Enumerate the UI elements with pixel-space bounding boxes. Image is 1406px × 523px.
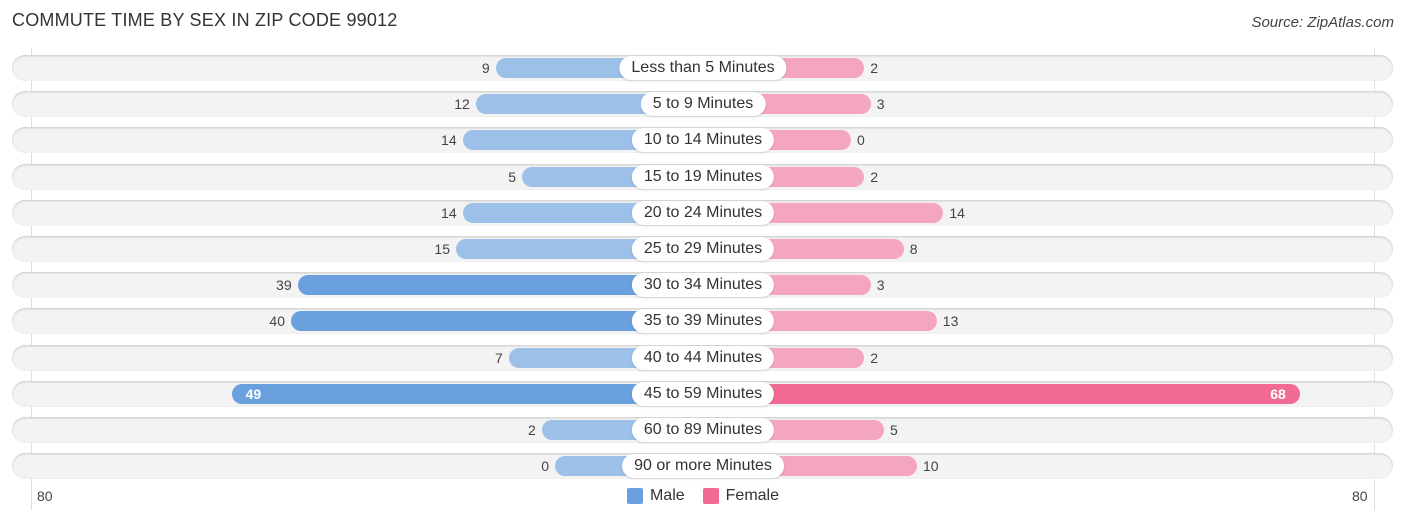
category-label: 30 to 34 Minutes [631,273,775,297]
category-label: 25 to 29 Minutes [631,237,775,261]
category-label: 40 to 44 Minutes [631,346,775,370]
value-label-female: 10 [923,458,939,474]
category-label: Less than 5 Minutes [619,56,787,80]
value-label-female: 13 [942,313,959,329]
value-label-female: 2 [870,60,878,76]
value-label-male: 12 [454,96,470,112]
chart-title: COMMUTE TIME BY SEX IN ZIP CODE 99012 [12,10,398,30]
value-label-female: 3 [876,277,885,293]
value-label-male: 5 [508,169,516,185]
value-label-female: 2 [870,169,878,185]
value-label-male: 15 [434,241,450,257]
category-label: 5 to 9 Minutes [640,92,766,116]
value-label-female: 8 [909,241,918,257]
source-credit: Source: ZipAtlas.com [1251,14,1394,31]
value-label-female: 2 [870,350,878,366]
value-label-male: 49 [245,386,262,402]
value-label-female: 14 [949,205,965,221]
legend-swatch-male [626,488,643,504]
category-label: 20 to 24 Minutes [631,201,775,225]
category-label: 60 to 89 Minutes [631,418,775,442]
category-label: 35 to 39 Minutes [631,309,775,333]
value-label-male: 40 [269,313,285,329]
value-label-male: 9 [481,60,490,76]
bar-female[interactable] [703,384,1300,404]
value-label-female: 0 [857,132,865,148]
legend-item-male[interactable]: Male [626,487,685,505]
category-label: 45 to 59 Minutes [631,382,775,406]
value-label-male: 14 [441,205,457,221]
value-label-female: 68 [1270,386,1286,402]
value-label-male: 2 [528,422,536,438]
legend-item-female[interactable]: Female [702,487,780,505]
value-label-male: 39 [276,277,292,293]
legend-label-female: Female [725,487,780,504]
value-label-male: 0 [541,458,549,474]
value-label-female: 3 [876,96,885,112]
category-label: 90 or more Minutes [622,454,784,478]
category-label: 15 to 19 Minutes [631,165,775,189]
value-label-male: 7 [495,350,503,366]
legend-swatch-female [702,488,719,504]
value-label-female: 5 [890,422,898,438]
value-label-male: 14 [441,132,457,148]
category-label: 10 to 14 Minutes [631,128,775,152]
legend-label-male: Male [649,487,685,504]
legend: Male Female [0,487,1406,505]
